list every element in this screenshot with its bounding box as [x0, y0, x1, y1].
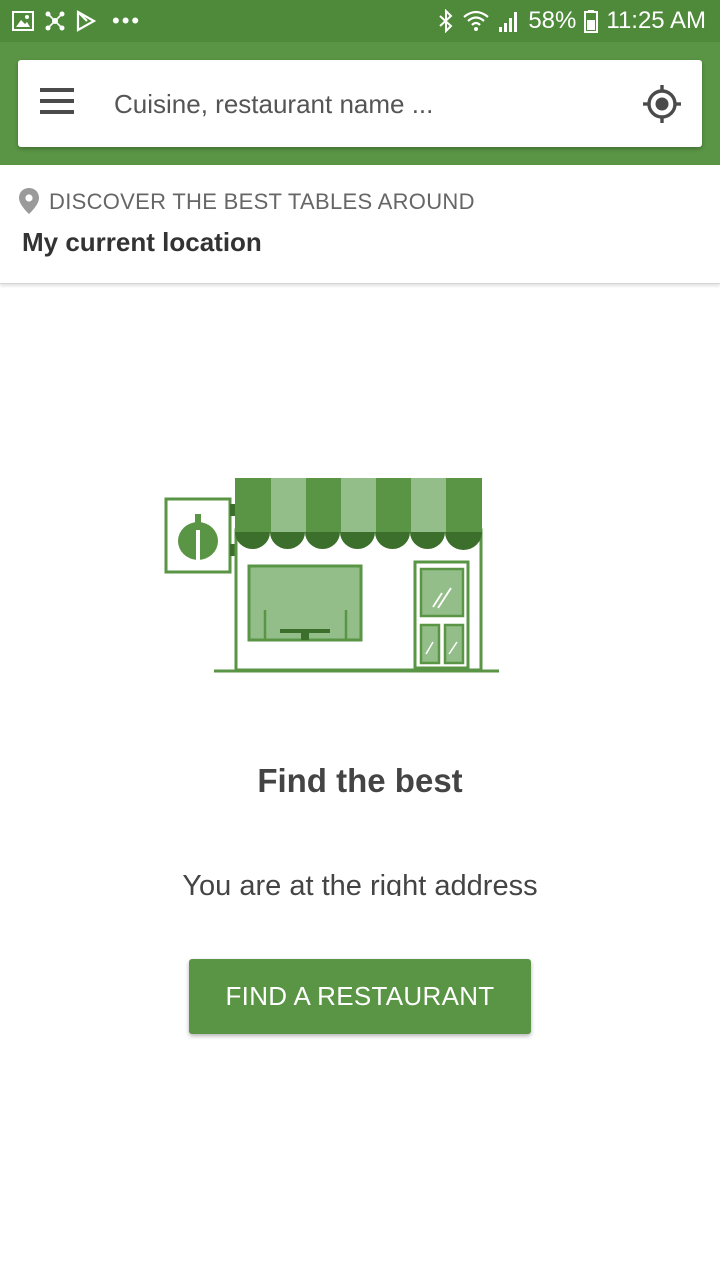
search-bar	[18, 60, 702, 147]
status-bar: ••• 58% 11:25 AM	[0, 0, 720, 42]
battery-icon	[584, 10, 599, 33]
location-selector[interactable]: DISCOVER THE BEST TABLES AROUND My curre…	[0, 165, 720, 284]
clock: 11:25 AM	[606, 7, 706, 34]
more-notifications-icon: •••	[112, 8, 142, 33]
app-header	[0, 42, 720, 165]
bluetooth-icon	[439, 9, 453, 33]
search-input[interactable]	[114, 82, 614, 126]
image-icon	[12, 11, 34, 31]
signal-icon	[499, 12, 518, 32]
subheadline: You are at the right address	[182, 870, 538, 896]
current-location: My current location	[22, 227, 262, 257]
find-restaurant-button[interactable]: FIND A RESTAURANT	[189, 959, 531, 1034]
location-pin-icon	[19, 188, 39, 214]
menu-icon[interactable]	[40, 88, 74, 118]
network-icon	[45, 11, 65, 31]
notification-icons: •••	[12, 9, 141, 33]
wifi-icon	[463, 10, 490, 31]
play-store-icon	[76, 10, 96, 32]
system-icons: 58% 11:25 AM	[438, 6, 706, 36]
location-label: DISCOVER THE BEST TABLES AROUND	[49, 189, 475, 214]
headline: Find the best	[257, 762, 463, 796]
my-location-icon[interactable]	[642, 84, 682, 124]
battery-percent: 58%	[528, 7, 577, 34]
restaurant-storefront-illustration	[164, 478, 499, 673]
